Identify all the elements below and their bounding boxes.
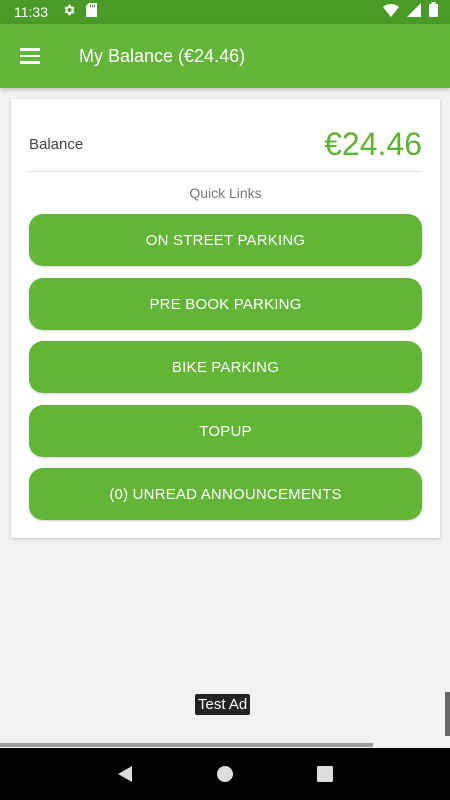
balance-row: Balance €24.46 — [29, 119, 422, 169]
test-ad-banner[interactable]: Test Ad — [195, 694, 251, 715]
balance-value: €24.46 — [324, 125, 422, 162]
page-title: My Balance (€24.46) — [79, 45, 246, 66]
quick-links-label: Quick Links — [189, 185, 262, 201]
on-street-parking-button[interactable]: ON STREET PARKING — [29, 214, 422, 266]
hamburger-icon — [20, 46, 40, 66]
status-time: 11:33 — [14, 4, 48, 20]
signal-icon — [407, 2, 421, 22]
home-circle-icon — [217, 766, 233, 782]
unread-announcements-button[interactable]: (0) UNREAD ANNOUNCEMENTS — [29, 468, 422, 520]
home-button[interactable] — [205, 754, 245, 794]
menu-button[interactable] — [0, 24, 60, 88]
balance-card: Balance €24.46 Quick Links ON STREET PAR… — [11, 99, 440, 538]
wifi-icon — [383, 3, 399, 22]
recents-button[interactable] — [305, 754, 345, 794]
status-bar: 11:33 — [0, 0, 450, 24]
battery-icon — [429, 2, 438, 22]
navigation-bar — [0, 748, 450, 800]
back-triangle-icon — [118, 766, 132, 782]
app-bar: My Balance (€24.46) — [0, 24, 450, 88]
bike-parking-button[interactable]: BIKE PARKING — [29, 341, 422, 393]
gear-icon — [62, 3, 76, 22]
back-button[interactable] — [105, 754, 145, 794]
ad-progress-bar — [0, 743, 373, 747]
scrollbar[interactable] — [445, 692, 450, 736]
sd-card-icon — [86, 2, 97, 22]
divider — [29, 171, 422, 172]
balance-label: Balance — [29, 135, 84, 153]
topup-button[interactable]: TOPUP — [29, 405, 422, 457]
recents-square-icon — [317, 766, 333, 782]
pre-book-parking-button[interactable]: PRE BOOK PARKING — [29, 278, 422, 330]
